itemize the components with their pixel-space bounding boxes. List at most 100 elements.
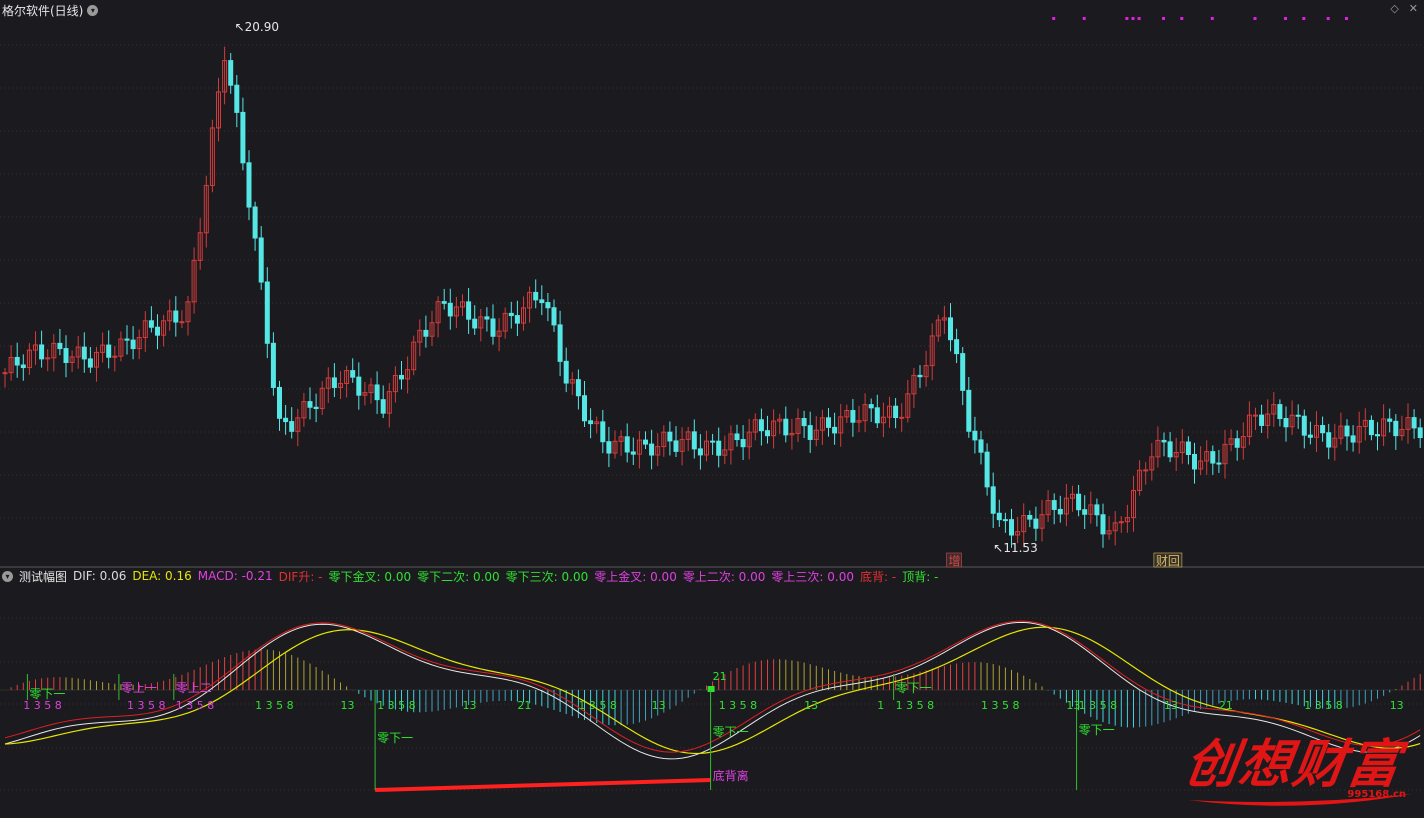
price-chart[interactable]: ↖20.90↖11.53增 财回零下一 零上一 零上二零下一 零下一零下一零下一底背离1… — [0, 0, 1424, 818]
bottom-divergence-line — [375, 778, 711, 792]
candle-up — [899, 416, 905, 419]
candle-down — [39, 344, 45, 360]
candle-down — [380, 399, 386, 414]
candle-down — [710, 440, 716, 443]
candle-down — [624, 436, 630, 453]
candle-down — [87, 358, 93, 368]
candle-down — [1192, 453, 1197, 470]
candle-down — [783, 418, 789, 436]
candle-down — [1033, 518, 1039, 529]
candle-down — [1002, 519, 1008, 522]
candle-down — [765, 430, 770, 437]
candle-down — [990, 486, 996, 514]
event-marker-label: 财回 — [1156, 554, 1180, 568]
candle-down — [466, 301, 472, 320]
candle-down — [691, 431, 697, 450]
candle-down — [1094, 504, 1100, 516]
candle-down — [130, 339, 136, 350]
indicator-item: 零下金叉: 0.00 — [328, 569, 412, 584]
candle-down — [124, 338, 130, 341]
indicator-item: 底背: - — [859, 569, 897, 584]
candle-down — [978, 439, 984, 453]
signal-dot — [1137, 17, 1141, 20]
candle-down — [533, 291, 539, 301]
candle-down — [673, 440, 679, 452]
low-price-label: ↖11.53 — [993, 541, 1037, 555]
candle-down — [423, 329, 429, 337]
watermark-logo: 创想财富 995168.cn — [1180, 722, 1420, 814]
candle-down — [1411, 417, 1417, 429]
candle-down — [14, 356, 20, 366]
candle-down — [630, 451, 636, 455]
logo-text: 创想财富 — [1181, 734, 1406, 795]
candle-down — [228, 60, 234, 86]
indicator-name[interactable]: 测试幅图 — [19, 568, 67, 585]
candle-down — [472, 318, 478, 329]
count-label: 1 3 5 8 — [981, 699, 1019, 712]
signal-dot — [1180, 17, 1184, 20]
count-label: 1 3 5 8 — [377, 699, 415, 712]
candle-down — [350, 370, 356, 378]
candle-down — [447, 302, 453, 317]
candle-down — [588, 420, 594, 425]
candle-down — [600, 421, 606, 443]
candle-down — [1344, 425, 1350, 437]
candle-down — [1326, 432, 1332, 448]
candle-down — [81, 346, 87, 360]
signal-dot — [1302, 17, 1306, 20]
candle-down — [643, 439, 648, 445]
indicator-item: 零上二次: 0.00 — [682, 569, 766, 584]
indicator-dropdown-icon[interactable]: ▾ — [2, 570, 13, 582]
candle-down — [758, 419, 764, 432]
candle-up — [179, 321, 185, 324]
signal-label: 零下一 — [896, 681, 932, 695]
candle-down — [264, 281, 270, 344]
indicator-item: DEA: 0.16 — [132, 569, 192, 583]
candle-down — [1051, 500, 1057, 510]
indicator-item: DIF: 0.06 — [73, 569, 127, 583]
candle-down — [606, 441, 612, 454]
count-label: 21 — [1219, 699, 1233, 712]
candle-down — [106, 344, 112, 358]
count-label: 1 3 5 8 — [1079, 699, 1117, 712]
candle-down — [356, 376, 362, 396]
candle-down — [313, 406, 319, 410]
candle-down — [1417, 427, 1423, 439]
candle-down — [1307, 434, 1313, 438]
candle-down — [148, 320, 154, 328]
high-price-label: ↖20.90 — [235, 20, 279, 34]
candle-down — [1301, 415, 1307, 436]
candle-down — [240, 111, 246, 164]
count-label: 21 — [713, 670, 727, 683]
candle-down — [545, 302, 551, 309]
candle-down — [1387, 418, 1393, 422]
count-label: 1 3 5 8 — [255, 699, 293, 712]
candle-down — [1027, 514, 1033, 520]
signal-dot — [1131, 17, 1135, 20]
candle-down — [441, 301, 447, 304]
indicator-item: MACD: -0.21 — [197, 569, 273, 583]
candle-down — [539, 299, 545, 304]
count-label: 13 — [652, 699, 666, 712]
signal-label: 零下一 — [1079, 723, 1115, 737]
candle-down — [1393, 420, 1399, 437]
candle-down — [740, 439, 746, 448]
candle-down — [1368, 419, 1374, 436]
candle-down — [972, 430, 978, 441]
count-label: 1 3 5 8 — [176, 699, 214, 712]
candle-down — [1234, 438, 1240, 448]
candle-down — [331, 377, 337, 388]
candle-down — [1210, 451, 1216, 464]
candle-down — [1375, 434, 1380, 437]
candle-down — [697, 448, 703, 456]
signal-dot — [1125, 17, 1129, 20]
count-label: 1 — [877, 699, 884, 712]
indicator-item: 零下二次: 0.00 — [417, 569, 500, 584]
count-label: 13 — [804, 699, 818, 712]
candle-up — [2, 372, 8, 375]
candle-up — [1253, 414, 1258, 417]
candle-down — [1350, 435, 1356, 443]
candle-up — [1143, 469, 1149, 472]
signal-dot — [1052, 17, 1056, 20]
candle-down — [667, 431, 673, 442]
